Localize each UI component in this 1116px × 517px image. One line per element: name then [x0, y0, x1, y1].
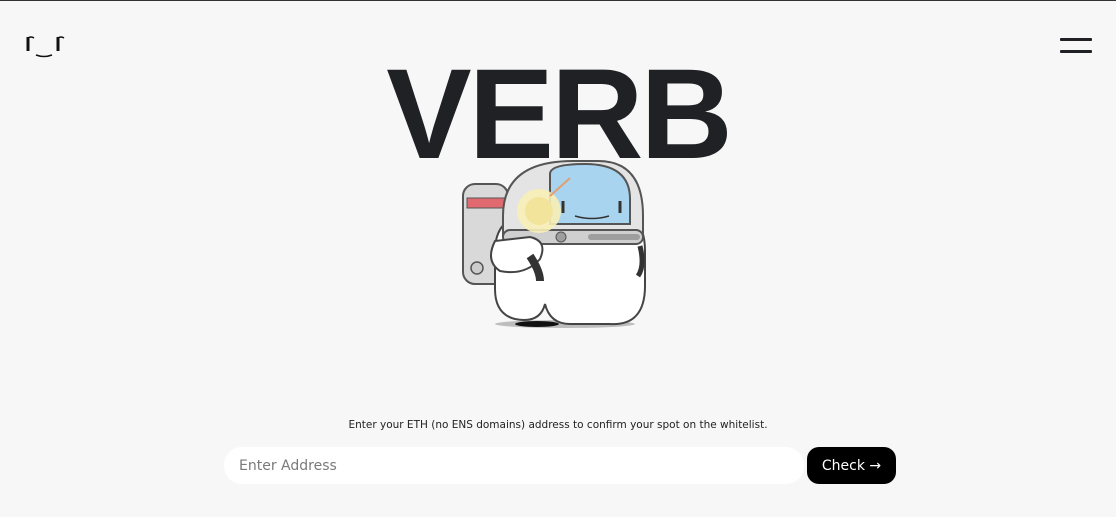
whitelist-form: Check →	[224, 447, 896, 484]
menu-bar-top	[1060, 38, 1092, 41]
whitelist-prompt: Enter your ETH (no ENS domains) address …	[348, 419, 768, 431]
address-input[interactable]	[224, 447, 804, 484]
astronaut-mascot-illustration	[455, 156, 660, 336]
check-button[interactable]: Check →	[807, 447, 896, 484]
